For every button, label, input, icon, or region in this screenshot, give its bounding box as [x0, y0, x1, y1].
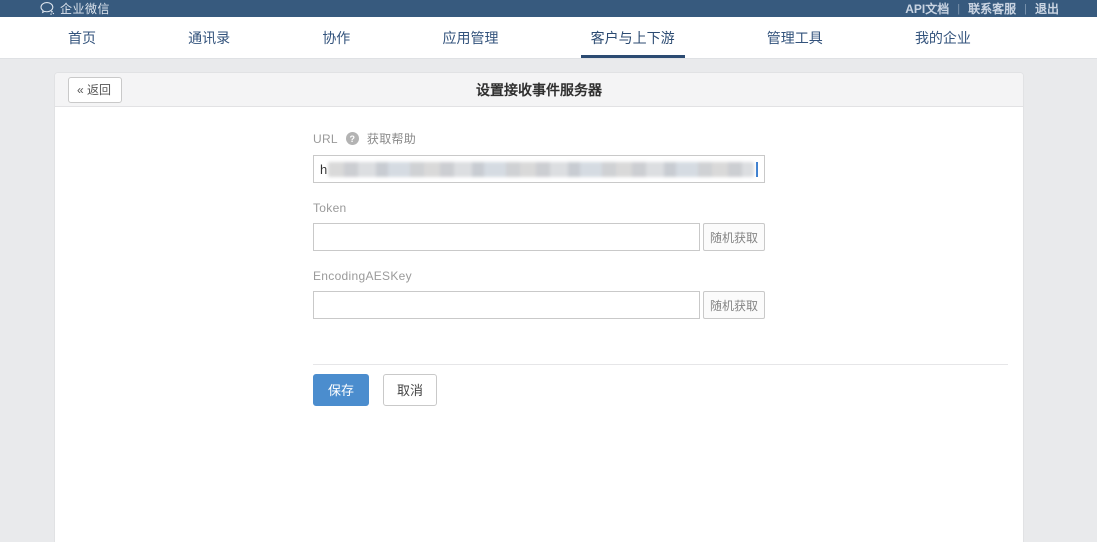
aeskey-label: EncodingAESKey [313, 269, 412, 283]
panel-body: URL ? 获取帮助 h Token [55, 107, 1023, 406]
api-docs-link[interactable]: API文档 [905, 0, 949, 17]
tab-home[interactable]: 首页 [62, 17, 102, 58]
token-random-button[interactable]: 随机获取 [703, 223, 765, 251]
topbar-links: API文档 | 联系客服 | 退出 [905, 0, 1059, 17]
tab-contacts[interactable]: 通讯录 [182, 17, 236, 58]
text-cursor [756, 162, 758, 177]
contact-support-link[interactable]: 联系客服 [968, 0, 1016, 17]
page: « 返回 设置接收事件服务器 URL ? 获取帮助 h [0, 59, 1097, 542]
get-help-link[interactable]: 获取帮助 [367, 130, 416, 147]
action-row: 保存 取消 [313, 374, 1023, 406]
cancel-button[interactable]: 取消 [383, 374, 437, 406]
page-title: 设置接收事件服务器 [55, 80, 1023, 100]
token-label: Token [313, 201, 347, 215]
separator: | [1024, 3, 1027, 15]
main-nav: 首页 通讯录 协作 应用管理 客户与上下游 管理工具 我的企业 [0, 17, 1097, 59]
token-form-group: Token 随机获取 [313, 201, 1023, 251]
panel-header: « 返回 设置接收事件服务器 [55, 73, 1023, 107]
settings-panel: « 返回 设置接收事件服务器 URL ? 获取帮助 h [55, 73, 1023, 542]
tab-app-management[interactable]: 应用管理 [436, 17, 504, 58]
back-button[interactable]: « 返回 [68, 77, 122, 103]
brand: 企业微信 [40, 0, 110, 17]
tab-my-company[interactable]: 我的企业 [909, 17, 977, 58]
help-icon[interactable]: ? [346, 132, 359, 145]
tab-collaboration[interactable]: 协作 [316, 17, 356, 58]
divider [313, 364, 1008, 365]
tab-customers-upstream-downstream[interactable]: 客户与上下游 [585, 17, 681, 58]
wechat-work-logo-icon [40, 2, 55, 15]
token-field[interactable] [313, 223, 700, 251]
save-button[interactable]: 保存 [313, 374, 369, 406]
logout-link[interactable]: 退出 [1035, 0, 1059, 17]
url-field[interactable]: h [313, 155, 765, 183]
redacted-url-value [328, 162, 754, 177]
active-tab-underline [581, 55, 685, 58]
tab-label: 客户与上下游 [591, 28, 675, 48]
topbar: 企业微信 API文档 | 联系客服 | 退出 [0, 0, 1097, 17]
tab-management-tools[interactable]: 管理工具 [761, 17, 829, 58]
url-form-group: URL ? 获取帮助 h [313, 130, 1023, 183]
url-value-prefix: h [320, 162, 327, 177]
aeskey-field[interactable] [313, 291, 700, 319]
aeskey-random-button[interactable]: 随机获取 [703, 291, 765, 319]
aeskey-form-group: EncodingAESKey 随机获取 [313, 269, 1023, 319]
separator: | [957, 3, 960, 15]
brand-name: 企业微信 [60, 0, 110, 17]
url-label: URL [313, 132, 338, 146]
